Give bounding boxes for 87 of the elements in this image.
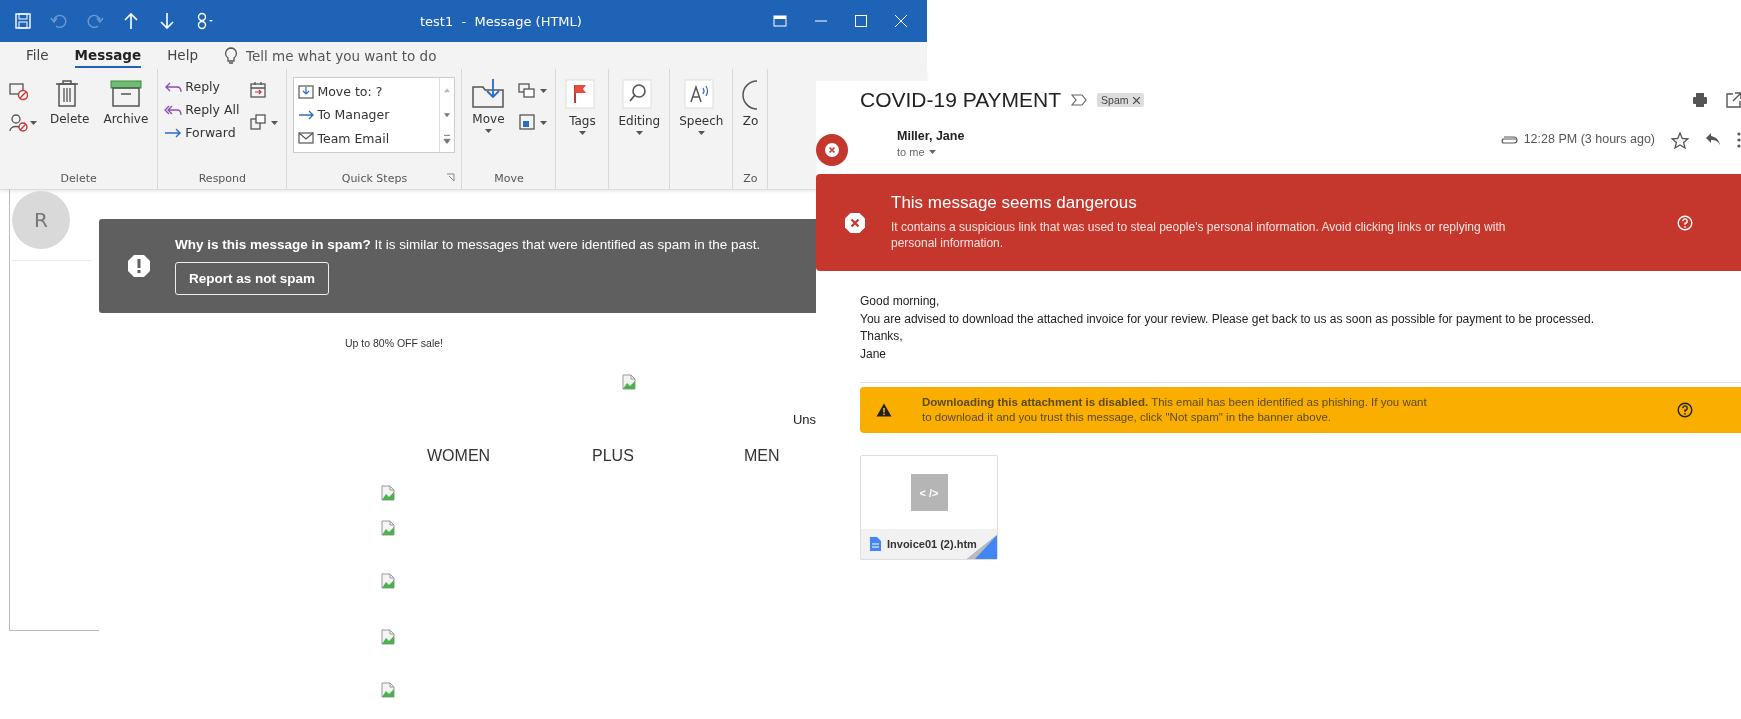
caret-icon [578,131,586,136]
ribbon-button[interactable]: Speech [676,73,727,140]
menu-tab[interactable]: Message [74,43,142,68]
file-preview: < /> [910,474,948,512]
menu-tab[interactable]: File [26,43,49,68]
spam-explanation: Why is this message in spam? It is similar to messages that were identified as spam in the past. [175,237,761,252]
caret-icon [928,149,936,155]
quick-step[interactable]: Move to: ? [298,83,436,100]
maximize-icon[interactable] [855,15,867,27]
zoom-icon [742,79,759,111]
move-icon [471,77,506,109]
body-text: You are advised to download the attached invoice for your review. Please get back to us as soon as possible for payment to be processed. [860,311,1595,328]
reply-icon[interactable] [1705,132,1721,146]
ribbon-button[interactable]: Reply All [164,102,240,117]
open-in-new-window-icon[interactable] [1726,92,1741,108]
broken-image-icon [381,682,395,698]
group-label: Respond [198,171,247,185]
close-icon[interactable] [1132,96,1140,104]
ribbon-button[interactable]: Move [468,73,509,138]
archive-icon [108,77,143,109]
nav-link[interactable]: WOMEN [427,447,592,465]
error-icon [844,211,866,234]
label-chip[interactable]: Spam [1097,93,1144,107]
caret-icon [540,88,548,94]
broken-image-icon [622,374,636,390]
ribbon-button[interactable]: Editing [615,73,664,140]
nav-link[interactable]: MEN [744,447,780,465]
menu-tab[interactable]: Help [167,43,198,68]
nav-link[interactable]: PLUS [592,447,744,465]
document-icon [870,537,881,552]
caret-icon [697,131,705,136]
ignore-icon [8,81,28,101]
warning-icon [876,403,892,418]
body-text: Jane [860,346,888,363]
group-label: Delete [60,171,97,185]
danger-description: It contains a suspicious link that was used to steal people's personal information. Avoid clicking links or replying with personal information. [891,220,1507,252]
help-icon[interactable] [1677,402,1693,419]
caret-icon [484,129,492,134]
body-text: Thanks, [860,329,904,345]
body-text: Good morning, [860,294,941,310]
group-label: Quick Steps [341,171,408,185]
ribbon-button[interactable]: Tags [562,73,603,140]
error-icon [825,143,839,157]
caret-icon [30,120,37,126]
email-subject: COVID-19 PAYMENT [860,88,1062,112]
quick-step[interactable]: Team Email [298,130,436,147]
quick-step[interactable]: To Manager [298,107,436,123]
star-icon[interactable] [1671,132,1689,149]
print-icon[interactable] [1692,92,1708,108]
folder-icon [298,83,315,100]
sender-name: Miller, Jane [897,129,965,143]
danger-title: This message seems dangerous [891,193,1138,214]
warning-icon [127,254,151,278]
ribbon-icon-button[interactable] [6,111,39,135]
group-label: Move [494,171,524,185]
ribbon-button[interactable]: Forward [164,125,240,140]
ribbon-button[interactable]: Zo [739,73,762,132]
avatar: R [12,191,70,249]
received-time: 12:28 PM (3 hours ago) [1523,132,1655,146]
lightbulb-icon[interactable] [223,46,238,65]
junk-icon [8,113,28,133]
group-label: Zo [743,171,758,185]
attachment-name: Invoice01 (2).htm [887,538,977,551]
more-icon[interactable] [1737,132,1741,148]
ribbon-options-icon[interactable] [773,15,787,27]
dialog-launcher-icon[interactable] [446,173,456,182]
tell-me-search[interactable]: Tell me what you want to do [245,47,437,64]
promo-headline: Up to 80% OFF sale! [345,337,445,349]
attachment-card[interactable]: < /> Invoice01 (2).htm [860,455,998,561]
broken-image-icon [381,629,395,645]
save-icon[interactable] [14,12,34,30]
caret-icon [635,131,643,136]
report-not-spam-button[interactable]: Report as not spam [175,262,330,295]
ribbon-button[interactable]: Delete [47,73,93,130]
broken-image-icon [381,485,395,501]
envelope-icon [298,130,315,147]
importance-marker-icon[interactable] [1071,94,1088,106]
caret-icon [271,120,279,126]
broken-image-icon [381,573,395,589]
ribbon-button[interactable]: Reply [164,79,240,94]
caret-icon [540,120,548,126]
recipient-details[interactable]: to me [897,146,925,158]
unsubscribe-link[interactable]: Uns [99,412,816,427]
broken-image-icon [381,520,395,536]
window-title: test1 - Message (HTML) [420,13,582,29]
warning-text: Downloading this attachment is disabled. This email has been identified as phishing. If you want to download it and you trust this message, click "Not spam" in the banner above. [922,395,1428,426]
ribbon-button[interactable]: Archive [100,73,152,130]
